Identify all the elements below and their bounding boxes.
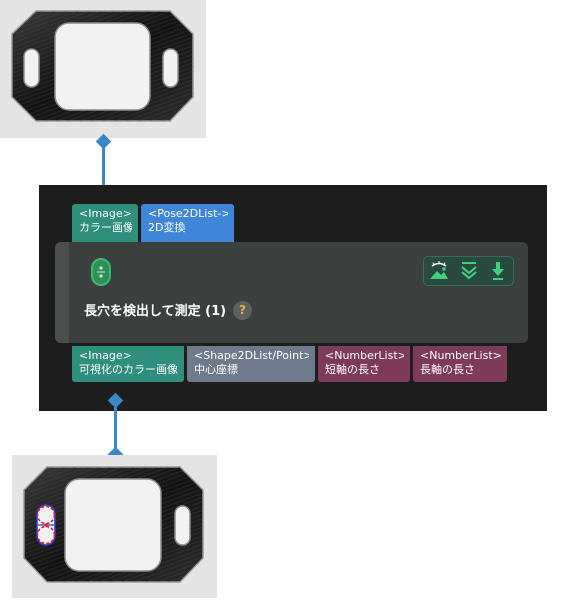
slot-detection-icon <box>91 258 111 286</box>
download-arrow-icon[interactable] <box>487 260 509 282</box>
collapse-chevron-icon[interactable] <box>458 260 480 282</box>
output-image <box>12 455 217 598</box>
port-label: 可視化のカラー画像 <box>79 363 178 376</box>
port-label: 短軸の長さ <box>325 363 380 376</box>
step-node-handle[interactable] <box>55 242 69 343</box>
port-type: <NumberList> <box>420 349 501 362</box>
visualize-eye-landscape-icon[interactable] <box>428 260 450 282</box>
port-label: 長軸の長さ <box>420 363 475 376</box>
input-image <box>0 0 206 138</box>
port-label: 2D変換 <box>148 221 186 234</box>
port-type: <Image> <box>79 207 132 220</box>
port-type: <Shape2DList/Point> <box>194 349 309 362</box>
metal-plate-detected-image <box>23 466 204 583</box>
metal-plate-image <box>11 10 194 122</box>
input-port-pose2d[interactable]: <Pose2DList-> 2D変換 <box>141 204 234 242</box>
step-toolbar <box>423 256 514 286</box>
input-port-image[interactable]: <Image> カラー画像 <box>72 204 138 242</box>
port-type: <NumberList> <box>325 349 404 362</box>
output-port-short-axis[interactable]: <NumberList> 短軸の長さ <box>318 346 410 382</box>
output-port-center-coords[interactable]: <Shape2DList/Point> 中心座標 <box>187 346 315 382</box>
output-port-visualized-image[interactable]: <Image> 可視化のカラー画像 <box>72 346 184 382</box>
port-label: カラー画像 <box>79 221 132 234</box>
port-label: 中心座標 <box>194 363 238 376</box>
help-icon[interactable]: ? <box>233 301 252 320</box>
step-title: 長穴を検出して測定 (1) <box>84 304 227 319</box>
output-port-long-axis[interactable]: <NumberList> 長軸の長さ <box>413 346 507 382</box>
port-type: <Pose2DList-> <box>148 207 228 220</box>
port-type: <Image> <box>79 349 132 362</box>
